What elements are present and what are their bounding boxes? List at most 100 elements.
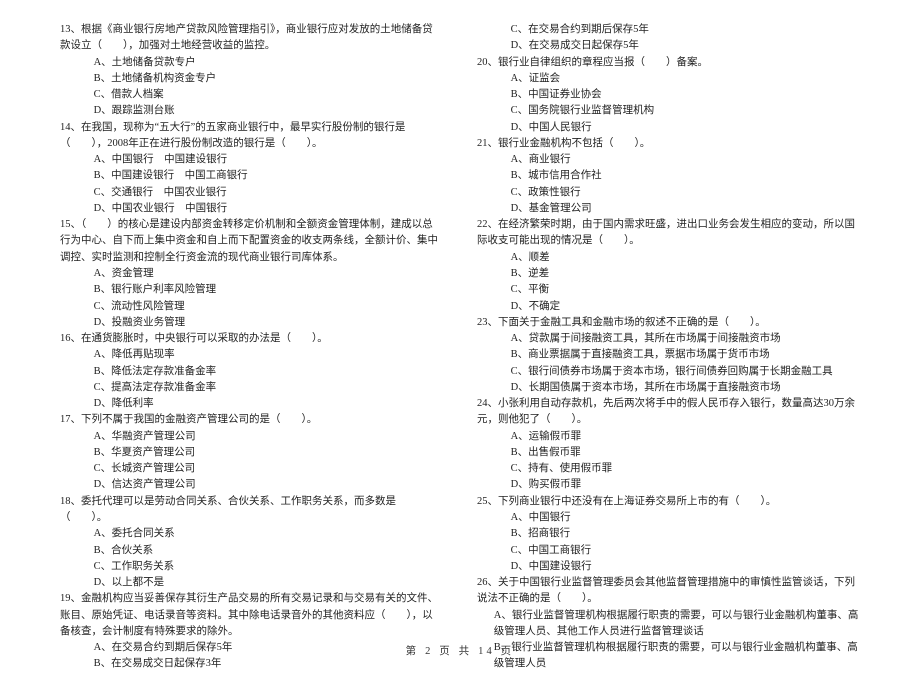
option-c: C、长城资产管理公司 <box>94 461 443 477</box>
question-17: 17、下列不属于我国的金融资产管理公司的是（ ）。 A、华融资产管理公司 B、华… <box>60 412 443 493</box>
question-13: 13、根据《商业银行房地产贷款风险管理指引》，商业银行应对发放的土地储备贷款设立… <box>60 22 443 120</box>
option-a: A、资金管理 <box>94 266 443 282</box>
option-a: A、运输假币罪 <box>511 429 860 445</box>
question-options: A、资金管理 B、银行账户利率风险管理 C、流动性风险管理 D、投融资业务管理 <box>60 266 443 331</box>
question-options: A、土地储备贷款专户 B、土地储备机构资金专户 C、借款人档案 D、跟踪监测台账 <box>60 55 443 120</box>
option-c: C、借款人档案 <box>94 87 443 103</box>
question-19: 19、金融机构应当妥善保存其衍生产品交易的所有交易记录和与交易有关的文件、账目、… <box>60 591 443 672</box>
question-options: A、委托合同关系 B、合伙关系 C、工作职务关系 D、以上都不是 <box>60 526 443 591</box>
question-options: A、降低再贴现率 B、降低法定存款准备金率 C、提高法定存款准备金率 D、降低利… <box>60 347 443 412</box>
option-b: B、土地储备机构资金专户 <box>94 71 443 87</box>
question-22: 22、在经济繁荣时期，由于国内需求旺盛，进出口业务会发生相应的变动，所以国际收支… <box>477 217 860 315</box>
option-b: B、中国证券业协会 <box>511 87 860 103</box>
option-b: B、招商银行 <box>511 526 860 542</box>
option-d: D、长期国债属于资本市场，其所在市场属于直接融资市场 <box>511 380 860 396</box>
option-a: A、中国银行 中国建设银行 <box>94 152 443 168</box>
option-c: C、流动性风险管理 <box>94 299 443 315</box>
question-stem: 13、根据《商业银行房地产贷款风险管理指引》，商业银行应对发放的土地储备贷款设立… <box>60 22 443 55</box>
question-options: A、商业银行 B、城市信用合作社 C、政策性银行 D、基金管理公司 <box>477 152 860 217</box>
question-stem: 23、下面关于金融工具和金融市场的叙述不正确的是（ ）。 <box>477 315 860 331</box>
question-options: A、银行业监督管理机构根据履行职责的需要，可以与银行业金融机构董事、高级管理人员… <box>477 608 860 673</box>
question-21: 21、银行业金融机构不包括（ ）。 A、商业银行 B、城市信用合作社 C、政策性… <box>477 136 860 217</box>
question-19-cont: C、在交易合约到期后保存5年 D、在交易成交日起保存5年 <box>477 22 860 55</box>
option-c: C、提高法定存款准备金率 <box>94 380 443 396</box>
question-23: 23、下面关于金融工具和金融市场的叙述不正确的是（ ）。 A、贷款属于间接融资工… <box>477 315 860 396</box>
option-b: B、降低法定存款准备金率 <box>94 364 443 380</box>
question-stem: 21、银行业金融机构不包括（ ）。 <box>477 136 860 152</box>
question-stem: 14、在我国，现称为“五大行”的五家商业银行中，最早实行股份制的银行是（ ），2… <box>60 120 443 153</box>
option-a: A、贷款属于间接融资工具，其所在市场属于间接融资市场 <box>511 331 860 347</box>
option-c: C、政策性银行 <box>511 185 860 201</box>
option-c: C、在交易合约到期后保存5年 <box>511 22 860 38</box>
option-a: A、银行业监督管理机构根据履行职责的需要，可以与银行业金融机构董事、高级管理人员… <box>477 608 860 641</box>
option-d: D、跟踪监测台账 <box>94 103 443 119</box>
question-stem: 17、下列不属于我国的金融资产管理公司的是（ ）。 <box>60 412 443 428</box>
question-20: 20、银行业自律组织的章程应当报（ ）备案。 A、证监会 B、中国证券业协会 C… <box>477 55 860 136</box>
question-options: A、中国银行 中国建设银行 B、中国建设银行 中国工商银行 C、交通银行 中国农… <box>60 152 443 217</box>
question-16: 16、在通货膨胀时，中央银行可以采取的办法是（ ）。 A、降低再贴现率 B、降低… <box>60 331 443 412</box>
option-c: C、平衡 <box>511 282 860 298</box>
option-a: A、顺差 <box>511 250 860 266</box>
option-b: B、出售假币罪 <box>511 445 860 461</box>
question-options: A、顺差 B、逆差 C、平衡 D、不确定 <box>477 250 860 315</box>
option-d: D、在交易成交日起保存5年 <box>511 38 860 54</box>
option-c: C、工作职务关系 <box>94 559 443 575</box>
left-column: 13、根据《商业银行房地产贷款风险管理指引》，商业银行应对发放的土地储备贷款设立… <box>60 22 443 642</box>
question-15: 15、（ ）的核心是建设内部资金转移定价机制和全额资金管理体制，建成以总行为中心… <box>60 217 443 331</box>
option-a: A、降低再贴现率 <box>94 347 443 363</box>
option-d: D、中国人民银行 <box>511 120 860 136</box>
option-b: B、商业票据属于直接融资工具，票据市场属于货币市场 <box>511 347 860 363</box>
option-a: A、委托合同关系 <box>94 526 443 542</box>
option-d: D、不确定 <box>511 299 860 315</box>
question-stem: 20、银行业自律组织的章程应当报（ ）备案。 <box>477 55 860 71</box>
question-options: A、运输假币罪 B、出售假币罪 C、持有、使用假币罪 D、购买假币罪 <box>477 429 860 494</box>
option-a: A、商业银行 <box>511 152 860 168</box>
option-a: A、在交易合约到期后保存5年 <box>94 640 443 656</box>
question-stem: 19、金融机构应当妥善保存其衍生产品交易的所有交易记录和与交易有关的文件、账目、… <box>60 591 443 640</box>
option-b: B、中国建设银行 中国工商银行 <box>94 168 443 184</box>
option-d: D、购买假币罪 <box>511 477 860 493</box>
option-d: D、降低利率 <box>94 396 443 412</box>
option-d: D、信达资产管理公司 <box>94 477 443 493</box>
question-options: A、华融资产管理公司 B、华夏资产管理公司 C、长城资产管理公司 D、信达资产管… <box>60 429 443 494</box>
option-c: C、国务院银行业监督管理机构 <box>511 103 860 119</box>
option-b: B、华夏资产管理公司 <box>94 445 443 461</box>
question-options: C、在交易合约到期后保存5年 D、在交易成交日起保存5年 <box>477 22 860 55</box>
option-d: D、中国农业银行 中国银行 <box>94 201 443 217</box>
option-d: D、以上都不是 <box>94 575 443 591</box>
option-c: C、中国工商银行 <box>511 543 860 559</box>
option-b: B、城市信用合作社 <box>511 168 860 184</box>
question-24: 24、小张利用自动存款机，先后两次将手中的假人民币存入银行，数量高达30万余元，… <box>477 396 860 494</box>
question-stem: 16、在通货膨胀时，中央银行可以采取的办法是（ ）。 <box>60 331 443 347</box>
page-body: 13、根据《商业银行房地产贷款风险管理指引》，商业银行应对发放的土地储备贷款设立… <box>0 0 920 642</box>
question-options: A、证监会 B、中国证券业协会 C、国务院银行业监督管理机构 D、中国人民银行 <box>477 71 860 136</box>
question-stem: 26、关于中国银行业监督管理委员会其他监督管理措施中的审慎性监管谈话，下列说法不… <box>477 575 860 608</box>
option-d: D、基金管理公司 <box>511 201 860 217</box>
question-stem: 15、（ ）的核心是建设内部资金转移定价机制和全额资金管理体制，建成以总行为中心… <box>60 217 443 266</box>
option-a: A、证监会 <box>511 71 860 87</box>
option-d: D、中国建设银行 <box>511 559 860 575</box>
question-options: A、在交易合约到期后保存5年 B、在交易成交日起保存3年 <box>60 640 443 673</box>
question-stem: 24、小张利用自动存款机，先后两次将手中的假人民币存入银行，数量高达30万余元，… <box>477 396 860 429</box>
option-b: B、逆差 <box>511 266 860 282</box>
question-25: 25、下列商业银行中还没有在上海证券交易所上市的有（ ）。 A、中国银行 B、招… <box>477 494 860 575</box>
option-b: B、银行账户利率风险管理 <box>94 282 443 298</box>
question-stem: 25、下列商业银行中还没有在上海证券交易所上市的有（ ）。 <box>477 494 860 510</box>
option-a: A、华融资产管理公司 <box>94 429 443 445</box>
question-stem: 18、委托代理可以是劳动合同关系、合伙关系、工作职务关系，而多数是（ ）。 <box>60 494 443 527</box>
option-c: C、持有、使用假币罪 <box>511 461 860 477</box>
question-stem: 22、在经济繁荣时期，由于国内需求旺盛，进出口业务会发生相应的变动，所以国际收支… <box>477 217 860 250</box>
option-b: B、在交易成交日起保存3年 <box>94 656 443 672</box>
question-26: 26、关于中国银行业监督管理委员会其他监督管理措施中的审慎性监管谈话，下列说法不… <box>477 575 860 673</box>
question-options: A、贷款属于间接融资工具，其所在市场属于间接融资市场 B、商业票据属于直接融资工… <box>477 331 860 396</box>
option-a: A、中国银行 <box>511 510 860 526</box>
option-c: C、银行间债券市场属于资本市场，银行间债券回购属于长期金融工具 <box>511 364 860 380</box>
question-14: 14、在我国，现称为“五大行”的五家商业银行中，最早实行股份制的银行是（ ），2… <box>60 120 443 218</box>
option-c: C、交通银行 中国农业银行 <box>94 185 443 201</box>
option-a: A、土地储备贷款专户 <box>94 55 443 71</box>
question-18: 18、委托代理可以是劳动合同关系、合伙关系、工作职务关系，而多数是（ ）。 A、… <box>60 494 443 592</box>
option-b: B、合伙关系 <box>94 543 443 559</box>
option-b: B、银行业监督管理机构根据履行职责的需要，可以与银行业金融机构董事、高级管理人员 <box>477 640 860 673</box>
question-options: A、中国银行 B、招商银行 C、中国工商银行 D、中国建设银行 <box>477 510 860 575</box>
right-column: C、在交易合约到期后保存5年 D、在交易成交日起保存5年 20、银行业自律组织的… <box>477 22 860 642</box>
